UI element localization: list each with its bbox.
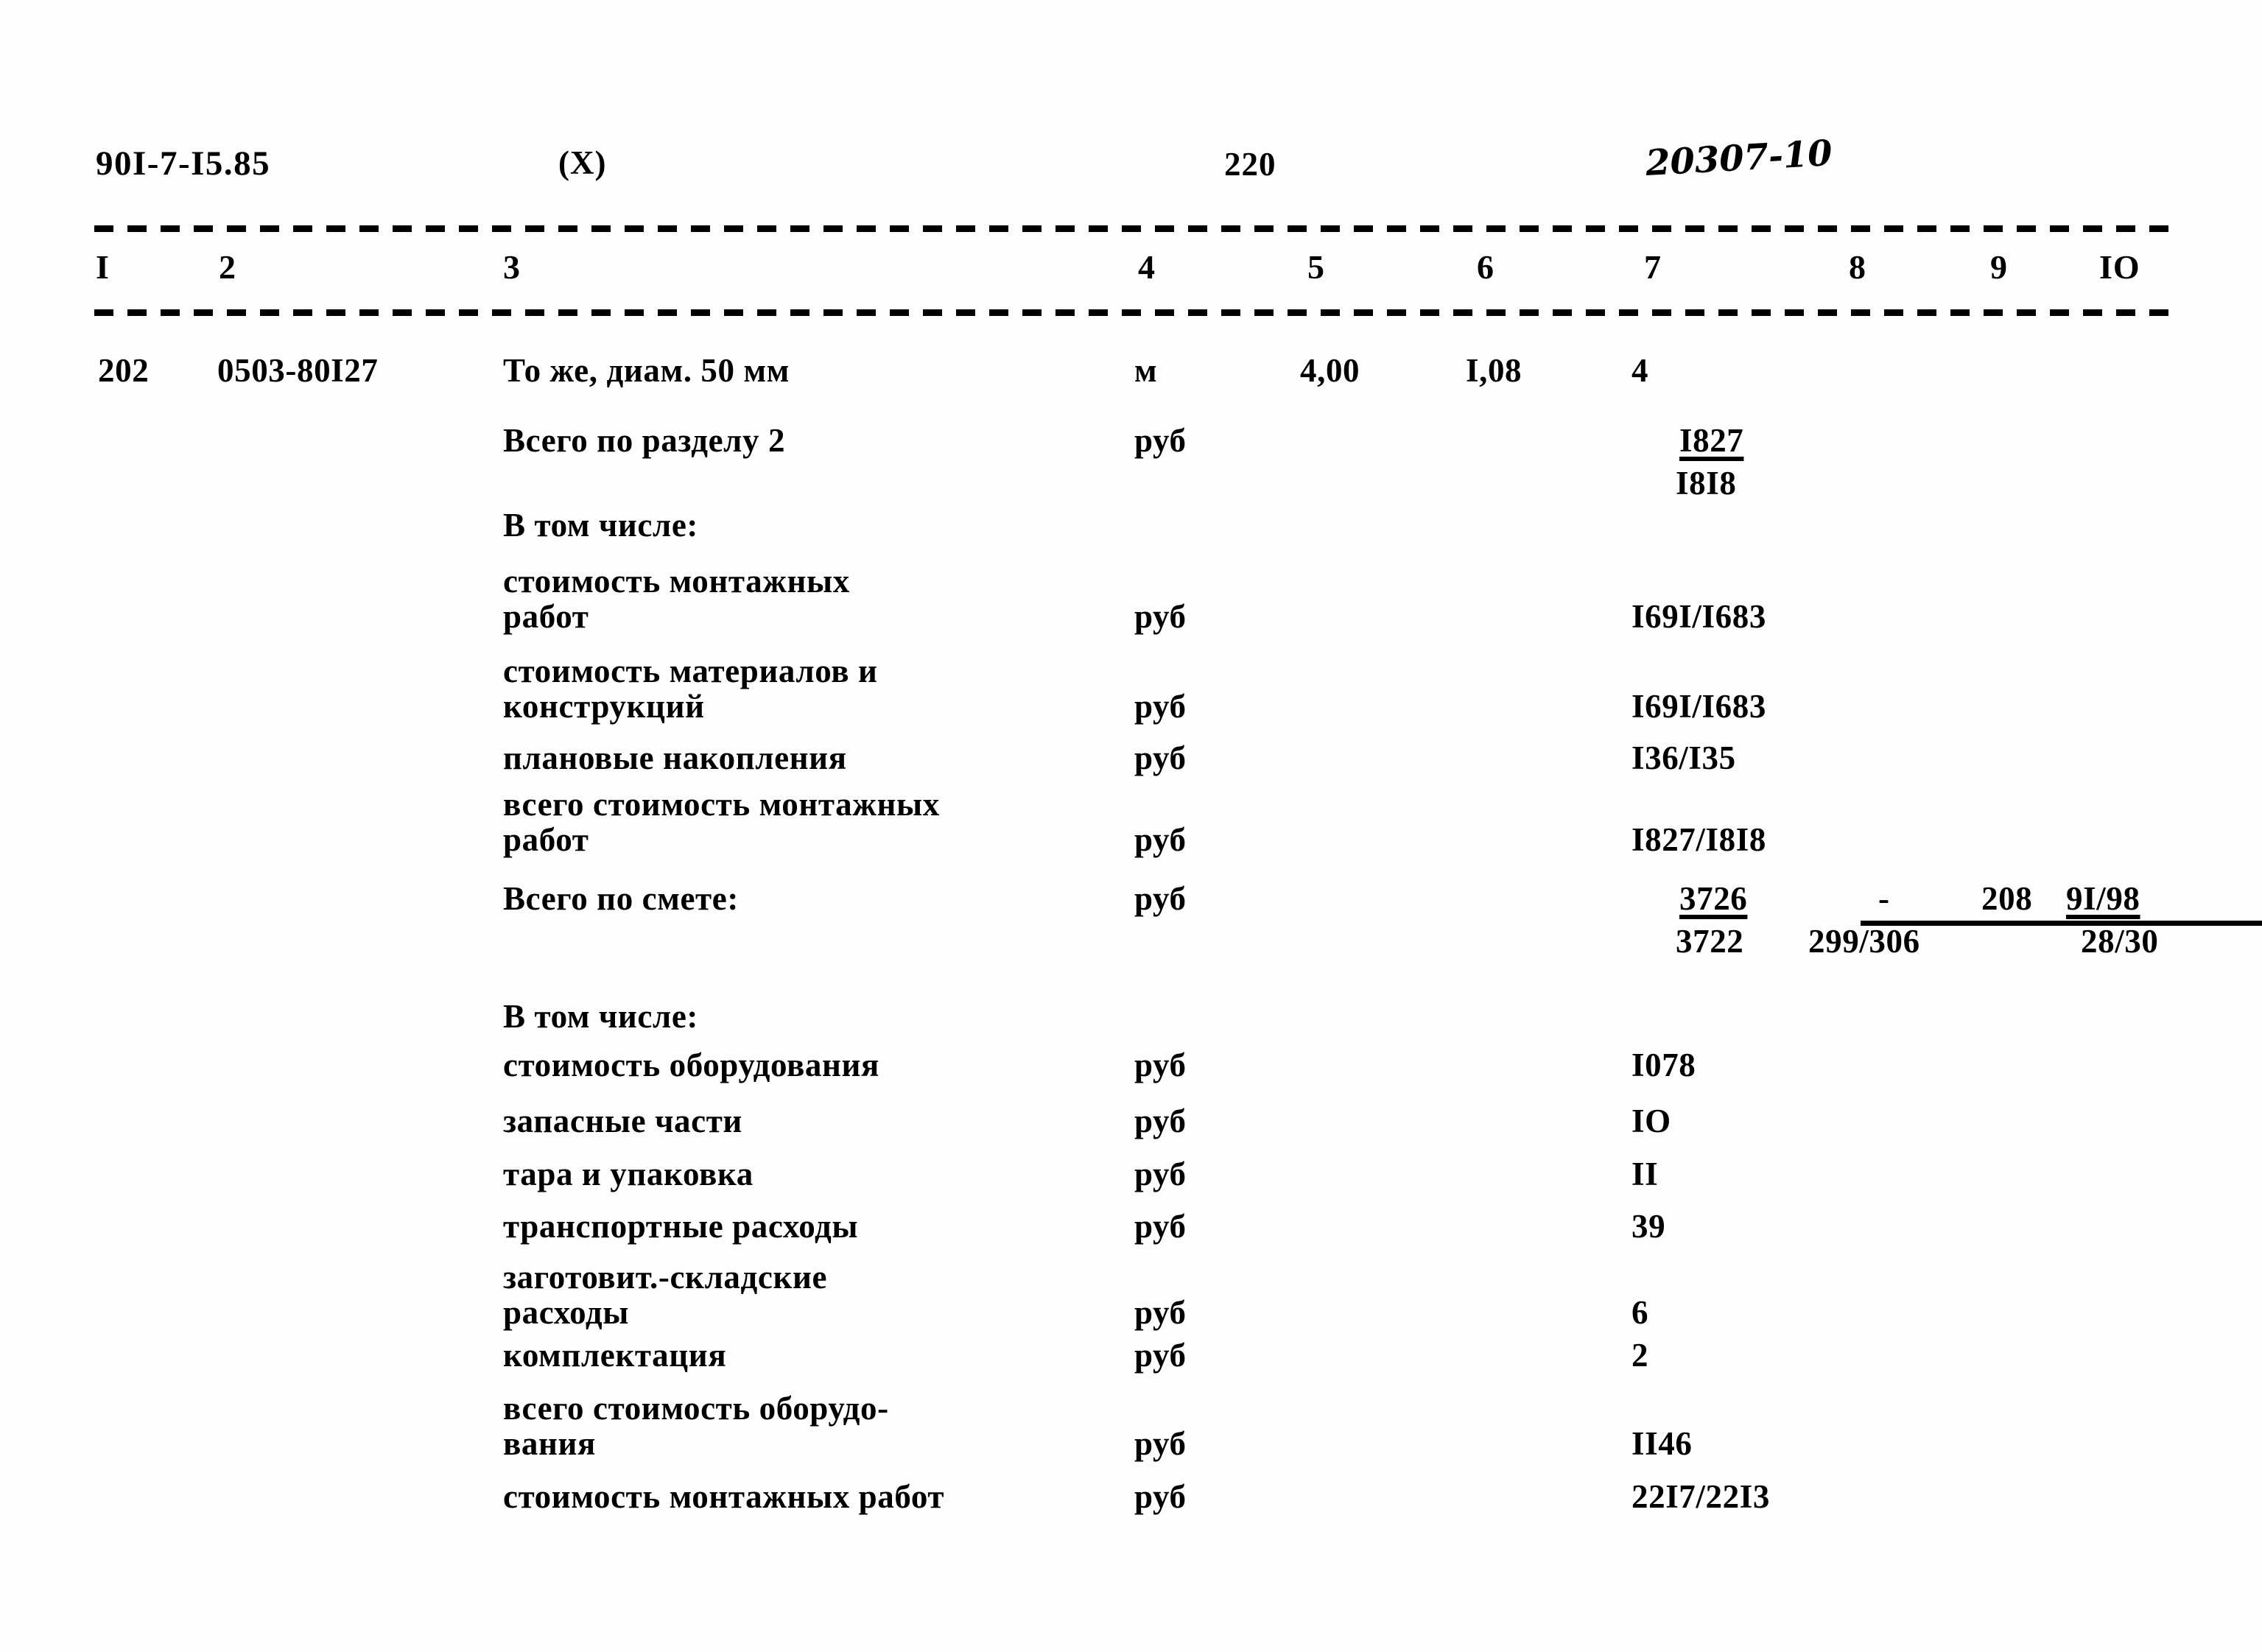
row-name-line: всего стоимость оборудо- xyxy=(503,1390,889,1427)
row-name-line: запасные части xyxy=(503,1103,742,1139)
row-unit: руб xyxy=(1134,821,1187,858)
row-unit: руб xyxy=(1134,1294,1187,1331)
row-unit: руб xyxy=(1134,1103,1187,1139)
row-col6-value: I,08 xyxy=(1466,352,1522,389)
row-col9-value: 208 xyxy=(1981,880,2033,917)
row-col7-value: II46 xyxy=(1631,1425,1693,1462)
row-col7-value: 39 xyxy=(1631,1208,1666,1245)
row-col7-value: I69I/I683 xyxy=(1631,598,1766,635)
row-name-line: работ xyxy=(503,598,589,635)
row-name-line: конструкций xyxy=(503,688,705,725)
row-name-line: В том числе: xyxy=(503,998,699,1035)
row-col7-value: I078 xyxy=(1631,1047,1696,1083)
row-unit: руб xyxy=(1134,1478,1187,1515)
row-name-line: тара и упаковка xyxy=(503,1156,754,1192)
document-page: 90I-7-I5.85 (X) 220 20307-10 I 2 3 4 5 6 7 8 9 IO… xyxy=(0,0,2262,1652)
row-name-line: транспортные расходы xyxy=(503,1208,859,1245)
row-unit: руб xyxy=(1134,422,1187,459)
row-unit: руб xyxy=(1134,1047,1187,1083)
row-name-line: вания xyxy=(503,1425,597,1462)
row-name-line: стоимость материалов и xyxy=(503,653,878,689)
row-col7-value: I69I/I683 xyxy=(1631,688,1766,725)
row-unit: руб xyxy=(1134,1337,1187,1374)
row-col7-value-top: 3726 xyxy=(1679,880,1748,917)
row-col5-value: 4,00 xyxy=(1300,352,1360,389)
row-col7-value: II xyxy=(1631,1156,1659,1192)
row-col7-value: I36/I35 xyxy=(1631,739,1736,776)
row-name-line: комплектация xyxy=(503,1337,727,1374)
row-col10-value-top: 9I/98 xyxy=(2066,880,2140,917)
row-unit: руб xyxy=(1134,598,1187,635)
row-unit: руб xyxy=(1134,1156,1187,1192)
row-name-line: В том числе: xyxy=(503,507,699,544)
row-unit: руб xyxy=(1134,880,1187,917)
row-unit: м xyxy=(1134,352,1158,389)
row-name-line: стоимость монтажных xyxy=(503,563,850,600)
row-name-line: всего стоимость монтажных xyxy=(503,786,940,823)
row-code: 0503-80I27 xyxy=(217,352,379,389)
row-name-line: расходы xyxy=(503,1294,629,1331)
row-col7-value-top: I827 xyxy=(1679,422,1744,459)
row-name-line: Всего по разделу 2 xyxy=(503,422,786,459)
row-name-line: заготовит.-складские xyxy=(503,1259,828,1296)
row-name-line: То же, диам. 50 мм xyxy=(503,352,790,389)
row-name-line: работ xyxy=(503,821,589,858)
row-col7-value: 22I7/22I3 xyxy=(1631,1478,1770,1515)
row-col7-value-bottom: 3722 xyxy=(1676,923,1744,960)
row-unit: руб xyxy=(1134,688,1187,725)
row-col7-value: I827/I8I8 xyxy=(1631,821,1766,858)
row-name-line: Всего по смете: xyxy=(503,880,739,917)
row-col7-value: IO xyxy=(1631,1103,1671,1139)
row-col7-value: 4 xyxy=(1631,352,1649,389)
row-unit: руб xyxy=(1134,1208,1187,1245)
row-unit: руб xyxy=(1134,1425,1187,1462)
row-name-line: стоимость оборудования xyxy=(503,1047,879,1083)
row-col10-value-bottom: 28/30 xyxy=(2081,923,2159,960)
row-name-line: плановые накопления xyxy=(503,739,847,776)
row-col7-value: 6 xyxy=(1631,1294,1649,1331)
row-col7-value: 2 xyxy=(1631,1337,1649,1374)
row-name-line: стоимость монтажных работ xyxy=(503,1478,945,1515)
row-col7-value-bottom: I8I8 xyxy=(1676,465,1737,502)
table-body: 202 0503-80I27 То же, диам. 50 мм м 4,00 I,08… xyxy=(0,0,2262,1652)
row-col8-value-bottom: 299/306 xyxy=(1808,923,1920,960)
row-unit: руб xyxy=(1134,739,1187,776)
row-position-number: 202 xyxy=(98,352,150,389)
